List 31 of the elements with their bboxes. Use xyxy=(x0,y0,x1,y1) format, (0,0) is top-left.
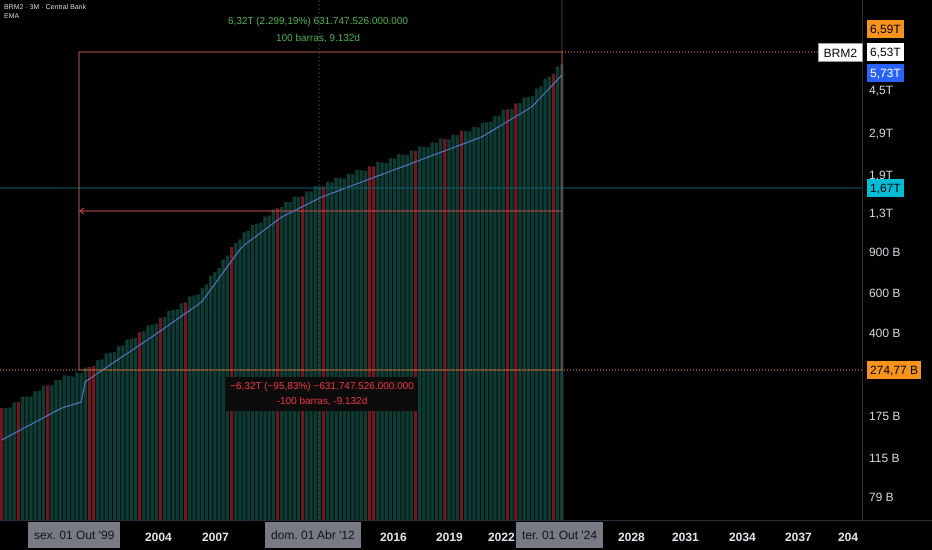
price-label: 900 B xyxy=(869,244,900,261)
year-label: 2022 xyxy=(488,529,515,546)
price-label: 400 B xyxy=(869,325,900,342)
year-label: 2037 xyxy=(785,529,812,546)
year-label: 2028 xyxy=(618,529,645,546)
year-label: 2016 xyxy=(380,529,407,546)
symbol-tag: BRM2 xyxy=(818,43,863,62)
measure-tooltip: −6,32T (−95,83%) −631.747.526.000.000 -100 barras, -9.132d xyxy=(226,377,418,411)
year-label: 204 xyxy=(838,529,858,546)
price-label: 4,5T xyxy=(869,82,894,99)
price-badge: 1,67T xyxy=(867,179,904,197)
price-label: 115 B xyxy=(869,450,900,467)
year-label: 2007 xyxy=(202,529,229,546)
price-badge: 6,59T xyxy=(867,20,904,38)
measure-label: 100 barras, 9.132d xyxy=(275,32,361,46)
date-label: dom. 01 Abr '12 xyxy=(265,522,361,548)
year-label: 2031 xyxy=(672,529,699,546)
price-label: 2,9T xyxy=(869,125,894,142)
date-label: ter. 01 Out '24 xyxy=(516,522,604,548)
price-label: 600 B xyxy=(869,285,900,302)
measure-label: 6,32T (2.299,19%) 631.747.526.000.000 xyxy=(228,15,408,29)
price-label: 1,3T xyxy=(869,205,894,222)
date-label: sex. 01 Out '99 xyxy=(28,522,120,548)
price-badge: 5,73T xyxy=(867,64,904,82)
year-label: 2019 xyxy=(436,529,463,546)
year-label: 2034 xyxy=(729,529,756,546)
price-badge: 6,53T xyxy=(867,43,904,61)
price-badge: 274,77 B xyxy=(867,361,922,379)
price-label: 79 B xyxy=(869,489,894,506)
year-label: 2004 xyxy=(145,529,172,546)
price-label: 175 B xyxy=(869,408,900,425)
